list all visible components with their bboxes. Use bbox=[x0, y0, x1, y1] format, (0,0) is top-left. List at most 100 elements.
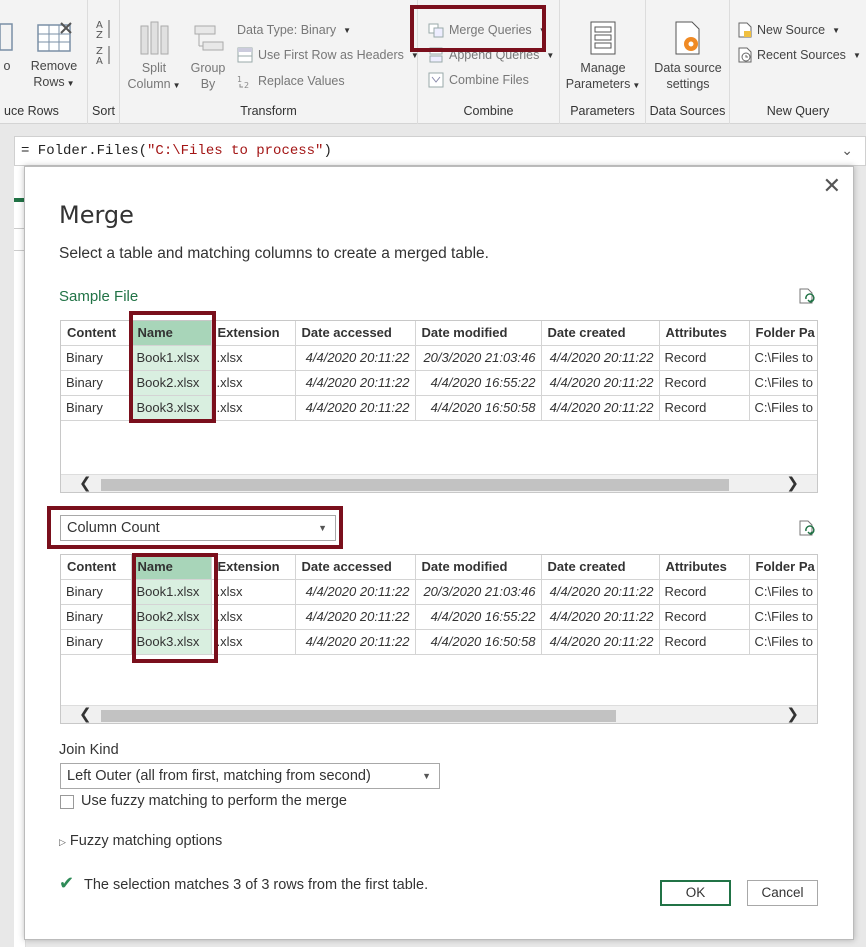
scrollbar-thumb[interactable] bbox=[101, 479, 729, 491]
status-text: The selection matches 3 of 3 rows from t… bbox=[84, 877, 429, 893]
refresh-preview-icon[interactable] bbox=[798, 520, 816, 538]
split-column-icon bbox=[140, 21, 169, 55]
column-header[interactable]: Extension bbox=[211, 555, 296, 580]
new-source-icon bbox=[738, 22, 752, 38]
ok-button[interactable]: OK bbox=[660, 880, 731, 906]
column-header[interactable]: Date accessed bbox=[295, 555, 416, 580]
sort-asc-button[interactable]: AZ bbox=[94, 18, 114, 44]
scroll-right-icon[interactable]: ❯ bbox=[786, 705, 799, 723]
table-cell: 20/3/2020 21:03:46 bbox=[415, 345, 542, 371]
column-header[interactable]: Name bbox=[131, 321, 212, 346]
table-cell: Book1.xlsx bbox=[131, 579, 212, 605]
column-header[interactable]: Attributes bbox=[659, 555, 750, 580]
second-table-select[interactable]: Column Count ▼ bbox=[60, 515, 336, 541]
partial-button[interactable]: o bbox=[0, 22, 14, 74]
column-header[interactable]: Date modified bbox=[415, 321, 542, 346]
refresh-preview-icon[interactable] bbox=[798, 288, 816, 306]
append-queries-button[interactable]: Append Queries ▼ bbox=[428, 45, 554, 65]
data-type-button[interactable]: Data Type: Binary ▼ bbox=[237, 20, 351, 40]
table-cell: C:\Files to bbox=[749, 395, 817, 421]
scroll-right-icon[interactable]: ❯ bbox=[786, 474, 799, 492]
table-cell: Binary bbox=[61, 604, 132, 630]
cancel-button[interactable]: Cancel bbox=[747, 880, 818, 906]
parameters-group-label: Parameters bbox=[570, 104, 635, 118]
column-header[interactable]: Date created bbox=[541, 555, 660, 580]
remove-rows-button[interactable]: Remove Rows ▼ bbox=[26, 22, 82, 92]
new-source-button[interactable]: New Source ▼ bbox=[738, 20, 840, 40]
table-cell: 4/4/2020 20:11:22 bbox=[541, 395, 660, 421]
first-row-headers-button[interactable]: Use First Row as Headers ▼ bbox=[237, 45, 419, 65]
column-header[interactable]: Attributes bbox=[659, 321, 750, 346]
data-sources-group: Data source settings Data Sources bbox=[646, 0, 730, 124]
chevron-down-icon[interactable]: ⌄ bbox=[841, 137, 853, 165]
append-queries-icon bbox=[429, 47, 443, 63]
column-header[interactable]: Extension bbox=[211, 321, 296, 346]
column-header[interactable]: Name bbox=[131, 555, 212, 580]
formula-bar[interactable]: = Folder.Files("C:\Files to process") ⌄ bbox=[14, 136, 866, 166]
split-column-button[interactable]: Split Column ▼ bbox=[126, 20, 182, 94]
split-column-label: Split Column bbox=[127, 61, 171, 91]
transform-group: Split Column ▼ Group By Data Type: Binary… bbox=[120, 0, 419, 124]
table-cell: .xlsx bbox=[211, 604, 296, 630]
table-cell: 4/4/2020 20:11:22 bbox=[295, 345, 416, 371]
second-table-preview: Content Name Extension Date accessed Date mo… bbox=[60, 554, 818, 724]
table-cell: Book2.xlsx bbox=[131, 604, 212, 630]
sort-ascending-icon: AZ bbox=[96, 20, 110, 41]
sort-desc-button[interactable]: ZA bbox=[94, 44, 114, 70]
table-cell: Binary bbox=[61, 345, 132, 371]
column-header[interactable]: Date accessed bbox=[295, 321, 416, 346]
dialog-title: Merge bbox=[59, 201, 134, 229]
column-header[interactable]: Date created bbox=[541, 321, 660, 346]
ribbon: o Remove Rows ▼ uce Rows AZ ZA Sort Spli… bbox=[0, 0, 866, 124]
manage-parameters-button[interactable]: Manage Parameters ▼ bbox=[562, 20, 644, 94]
recent-sources-button[interactable]: Recent Sources ▼ bbox=[738, 45, 861, 65]
column-header[interactable]: Date modified bbox=[415, 555, 542, 580]
data-source-settings-button[interactable]: Data source settings bbox=[650, 20, 726, 92]
join-kind-value: Left Outer (all from first, matching fro… bbox=[67, 768, 371, 784]
close-icon[interactable]: ✕ bbox=[823, 173, 841, 199]
column-header[interactable]: Content bbox=[61, 555, 132, 580]
fuzzy-matching-checkbox[interactable] bbox=[60, 795, 74, 809]
table-cell: Record bbox=[659, 579, 750, 605]
merge-dialog: ✕ Merge Select a table and matching colu… bbox=[24, 166, 854, 940]
horizontal-scrollbar[interactable]: ❮ ❯ bbox=[61, 705, 817, 723]
column-header[interactable]: Folder Pa bbox=[749, 555, 817, 580]
replace-values-button[interactable]: 12 Replace Values bbox=[237, 71, 345, 91]
join-kind-select[interactable]: Left Outer (all from first, matching fro… bbox=[60, 763, 440, 789]
table-row: Binary Book1.xlsx .xlsx 4/4/2020 20:11:22 20… bbox=[61, 579, 817, 605]
group-by-button[interactable]: Group By bbox=[184, 20, 232, 92]
scrollbar-thumb[interactable] bbox=[101, 710, 616, 722]
table-cell: C:\Files to bbox=[749, 579, 817, 605]
merge-queries-button[interactable]: Merge Queries ▼ bbox=[428, 20, 547, 40]
second-table: Content Name Extension Date accessed Date mo… bbox=[61, 555, 817, 655]
column-header[interactable]: Content bbox=[61, 321, 132, 346]
fuzzy-options-label: Fuzzy matching options bbox=[69, 833, 223, 849]
horizontal-scrollbar[interactable]: ❮ ❯ bbox=[61, 474, 817, 492]
column-header[interactable]: Folder Pa bbox=[749, 321, 817, 346]
replace-values-icon: 12 bbox=[237, 75, 249, 89]
table-cell: 20/3/2020 21:03:46 bbox=[415, 579, 542, 605]
table-cell: 4/4/2020 20:11:22 bbox=[295, 370, 416, 396]
svg-text:2: 2 bbox=[244, 81, 249, 89]
table-cell: Book1.xlsx bbox=[131, 345, 212, 371]
table-cell: Record bbox=[659, 629, 750, 655]
scroll-left-icon[interactable]: ❮ bbox=[79, 474, 92, 492]
table-icon bbox=[0, 23, 13, 51]
first-table-name: Sample File bbox=[59, 288, 139, 305]
table-cell: 4/4/2020 20:11:22 bbox=[541, 579, 660, 605]
group-by-label: Group By bbox=[190, 61, 226, 91]
scroll-left-icon[interactable]: ❮ bbox=[79, 705, 92, 723]
append-queries-label: Append Queries bbox=[449, 48, 540, 62]
svg-text:A: A bbox=[96, 56, 103, 66]
table-cell: Binary bbox=[61, 579, 132, 605]
formula-suffix: ) bbox=[323, 143, 332, 159]
merge-queries-icon bbox=[428, 23, 444, 38]
remove-rows-icon bbox=[37, 22, 72, 52]
table-cell: C:\Files to bbox=[749, 629, 817, 655]
new-source-label: New Source bbox=[757, 23, 826, 37]
fuzzy-options-toggle[interactable]: ▷ Fuzzy matching options bbox=[59, 833, 222, 849]
combine-files-icon bbox=[428, 72, 444, 88]
table-row: Binary Book3.xlsx .xlsx 4/4/2020 20:11:22 4/… bbox=[61, 629, 817, 655]
combine-files-button[interactable]: Combine Files bbox=[428, 70, 529, 90]
first-table: Content Name Extension Date accessed Date mo… bbox=[61, 321, 817, 421]
